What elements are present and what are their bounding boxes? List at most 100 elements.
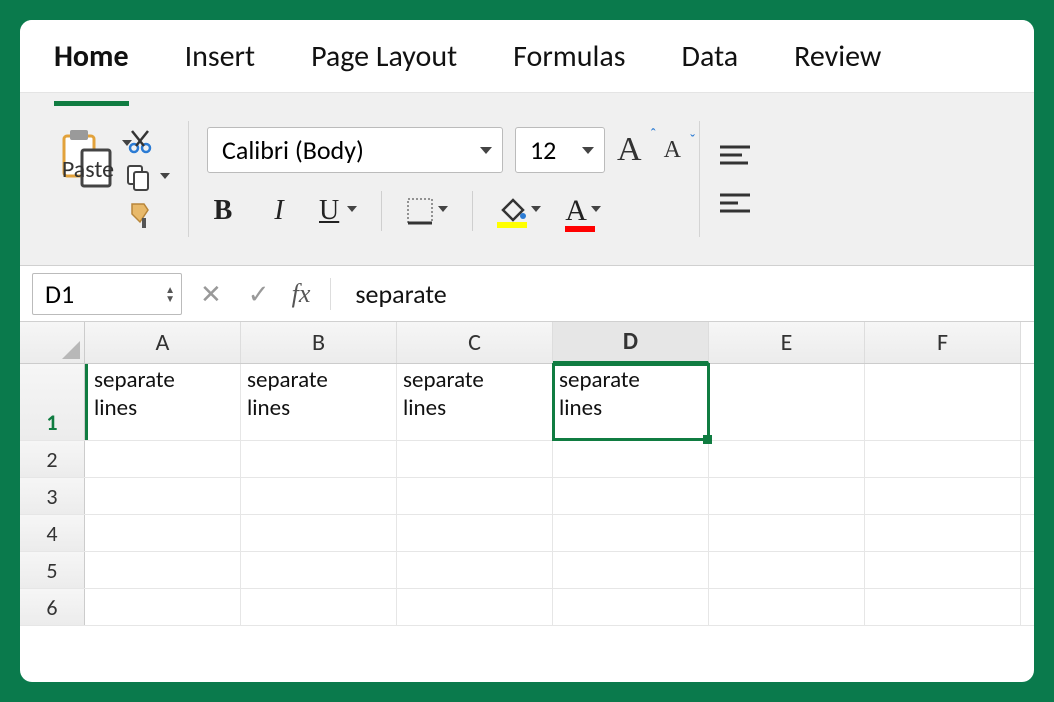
cancel-formula-button[interactable]: ✕	[192, 278, 230, 310]
font-size-value: 12	[530, 134, 556, 166]
italic-button[interactable]: I	[263, 195, 295, 227]
excel-window: Home Insert Page Layout Formulas Data Re…	[20, 20, 1034, 682]
fx-label[interactable]: fx	[288, 279, 315, 309]
paste-label: Paste	[62, 155, 114, 184]
tab-data[interactable]: Data	[682, 38, 739, 92]
cell-D2[interactable]	[553, 441, 709, 477]
col-header-A[interactable]: A	[85, 322, 241, 363]
row-2: 2	[20, 441, 1034, 478]
name-box[interactable]: D1 ▲▼	[32, 273, 182, 315]
cell-F5[interactable]	[865, 552, 1021, 588]
cell-C1[interactable]: separate lines	[397, 364, 553, 440]
font-name-value: Calibri (Body)	[222, 134, 364, 166]
cell-A3[interactable]	[85, 478, 241, 514]
shrink-caret-icon: ˇ	[690, 133, 695, 149]
paste-button[interactable]: Paste	[58, 128, 118, 184]
cell-B1[interactable]: separate lines	[241, 364, 397, 440]
cut-button[interactable]	[126, 128, 170, 156]
select-all-corner[interactable]	[20, 322, 85, 363]
fill-color-button[interactable]	[497, 198, 541, 224]
row-header-3[interactable]: 3	[20, 478, 85, 514]
cell-A2[interactable]	[85, 441, 241, 477]
cell-A1[interactable]: separate lines	[85, 364, 241, 440]
row-header-5[interactable]: 5	[20, 552, 85, 588]
cell-F4[interactable]	[865, 515, 1021, 551]
font-group: Calibri (Body) 12 Aˆ Aˇ B I U	[189, 101, 699, 257]
cell-reference: D1	[45, 278, 74, 310]
align-left-button[interactable]	[718, 191, 752, 215]
tab-review[interactable]: Review	[794, 38, 881, 92]
column-headers: A B C D E F	[20, 322, 1034, 364]
tab-page-layout[interactable]: Page Layout	[311, 38, 457, 92]
col-header-E[interactable]: E	[709, 322, 865, 363]
cell-D4[interactable]	[553, 515, 709, 551]
col-header-B[interactable]: B	[241, 322, 397, 363]
cell-C6[interactable]	[397, 589, 553, 625]
grow-font-button[interactable]: Aˆ	[617, 131, 642, 169]
align-left-icon	[718, 191, 752, 215]
font-size-select[interactable]: 12	[515, 127, 605, 173]
cell-C5[interactable]	[397, 552, 553, 588]
cell-B2[interactable]	[241, 441, 397, 477]
cell-F6[interactable]	[865, 589, 1021, 625]
col-header-C[interactable]: C	[397, 322, 553, 363]
cell-A4[interactable]	[85, 515, 241, 551]
row-3: 3	[20, 478, 1034, 515]
rows-container: 1 separate lines separate lines separate…	[20, 364, 1034, 626]
paint-bucket-icon	[497, 198, 527, 224]
cell-D1[interactable]: separate lines	[553, 364, 709, 440]
row-header-4[interactable]: 4	[20, 515, 85, 551]
cell-D6[interactable]	[553, 589, 709, 625]
row-header-6[interactable]: 6	[20, 589, 85, 625]
shrink-font-button[interactable]: Aˇ	[664, 137, 681, 164]
col-header-F[interactable]: F	[865, 322, 1021, 363]
cell-C3[interactable]	[397, 478, 553, 514]
row-6: 6	[20, 589, 1034, 626]
col-header-D[interactable]: D	[553, 322, 709, 363]
format-painter-button[interactable]	[126, 200, 170, 230]
cell-E1[interactable]	[709, 364, 865, 440]
borders-icon	[406, 197, 434, 225]
cell-E6[interactable]	[709, 589, 865, 625]
confirm-formula-button[interactable]: ✓	[240, 278, 278, 310]
row-header-1[interactable]: 1	[20, 364, 85, 440]
cell-E5[interactable]	[709, 552, 865, 588]
cell-F1[interactable]	[865, 364, 1021, 440]
row-1: 1 separate lines separate lines separate…	[20, 364, 1034, 441]
tab-home[interactable]: Home	[54, 38, 129, 92]
align-top-button[interactable]	[718, 143, 752, 167]
cell-C2[interactable]	[397, 441, 553, 477]
cell-A6[interactable]	[85, 589, 241, 625]
cell-F2[interactable]	[865, 441, 1021, 477]
cell-B3[interactable]	[241, 478, 397, 514]
cell-E4[interactable]	[709, 515, 865, 551]
row-5: 5	[20, 552, 1034, 589]
cell-E3[interactable]	[709, 478, 865, 514]
underline-button[interactable]: U	[319, 195, 357, 227]
font-color-button[interactable]: A	[565, 194, 601, 228]
align-lines-icon	[718, 143, 752, 167]
namebox-spinner[interactable]: ▲▼	[165, 285, 175, 303]
cell-B5[interactable]	[241, 552, 397, 588]
cell-D3[interactable]	[553, 478, 709, 514]
cell-D5[interactable]	[553, 552, 709, 588]
cell-A5[interactable]	[85, 552, 241, 588]
cell-B4[interactable]	[241, 515, 397, 551]
tab-insert[interactable]: Insert	[185, 38, 256, 92]
cell-F3[interactable]	[865, 478, 1021, 514]
bold-button[interactable]: B	[207, 195, 239, 227]
formula-input[interactable]: separate	[347, 278, 1022, 310]
copy-button[interactable]	[126, 164, 170, 192]
row-header-2[interactable]: 2	[20, 441, 85, 477]
borders-button[interactable]	[406, 197, 448, 225]
spreadsheet-grid: A B C D E F 1 separate lines separate li…	[20, 322, 1034, 626]
grow-caret-icon: ˆ	[651, 127, 656, 143]
formula-bar: D1 ▲▼ ✕ ✓ fx separate	[20, 266, 1034, 322]
cell-E2[interactable]	[709, 441, 865, 477]
cell-B6[interactable]	[241, 589, 397, 625]
row-4: 4	[20, 515, 1034, 552]
font-name-select[interactable]: Calibri (Body)	[207, 127, 503, 173]
tab-formulas[interactable]: Formulas	[513, 38, 625, 92]
clipboard-group: Paste	[40, 101, 188, 257]
cell-C4[interactable]	[397, 515, 553, 551]
